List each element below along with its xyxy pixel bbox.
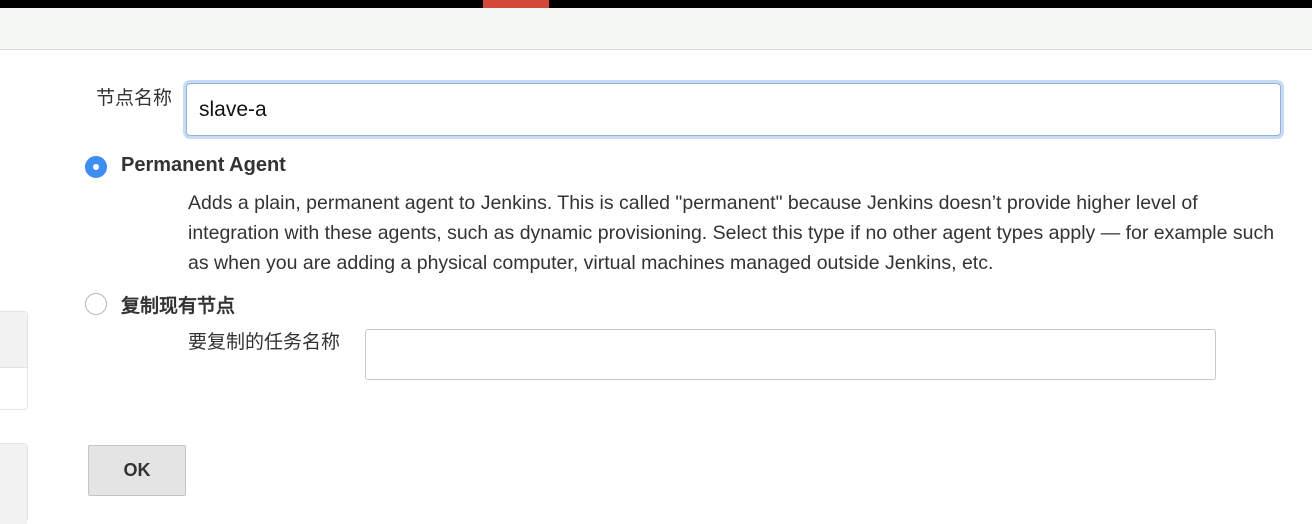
permanent-agent-title: Permanent Agent: [121, 154, 286, 176]
ok-button[interactable]: OK: [88, 445, 186, 496]
node-name-input[interactable]: [186, 83, 1281, 136]
copy-existing-node-title: 复制现有节点: [121, 295, 236, 317]
breadcrumb-bar: [0, 8, 1312, 50]
copy-from-label: 要复制的任务名称: [188, 331, 341, 353]
copy-from-input[interactable]: [365, 329, 1216, 380]
header-bar: [0, 0, 1312, 8]
permanent-agent-description: Adds a plain, permanent agent to Jenkins…: [188, 192, 1275, 274]
copy-existing-node-radio[interactable]: [85, 293, 107, 315]
side-panel-card: [0, 443, 28, 524]
node-name-label: 节点名称: [96, 87, 173, 109]
header-accent: [483, 0, 549, 8]
permanent-agent-radio[interactable]: [85, 156, 107, 178]
side-panel-card: [0, 311, 28, 410]
